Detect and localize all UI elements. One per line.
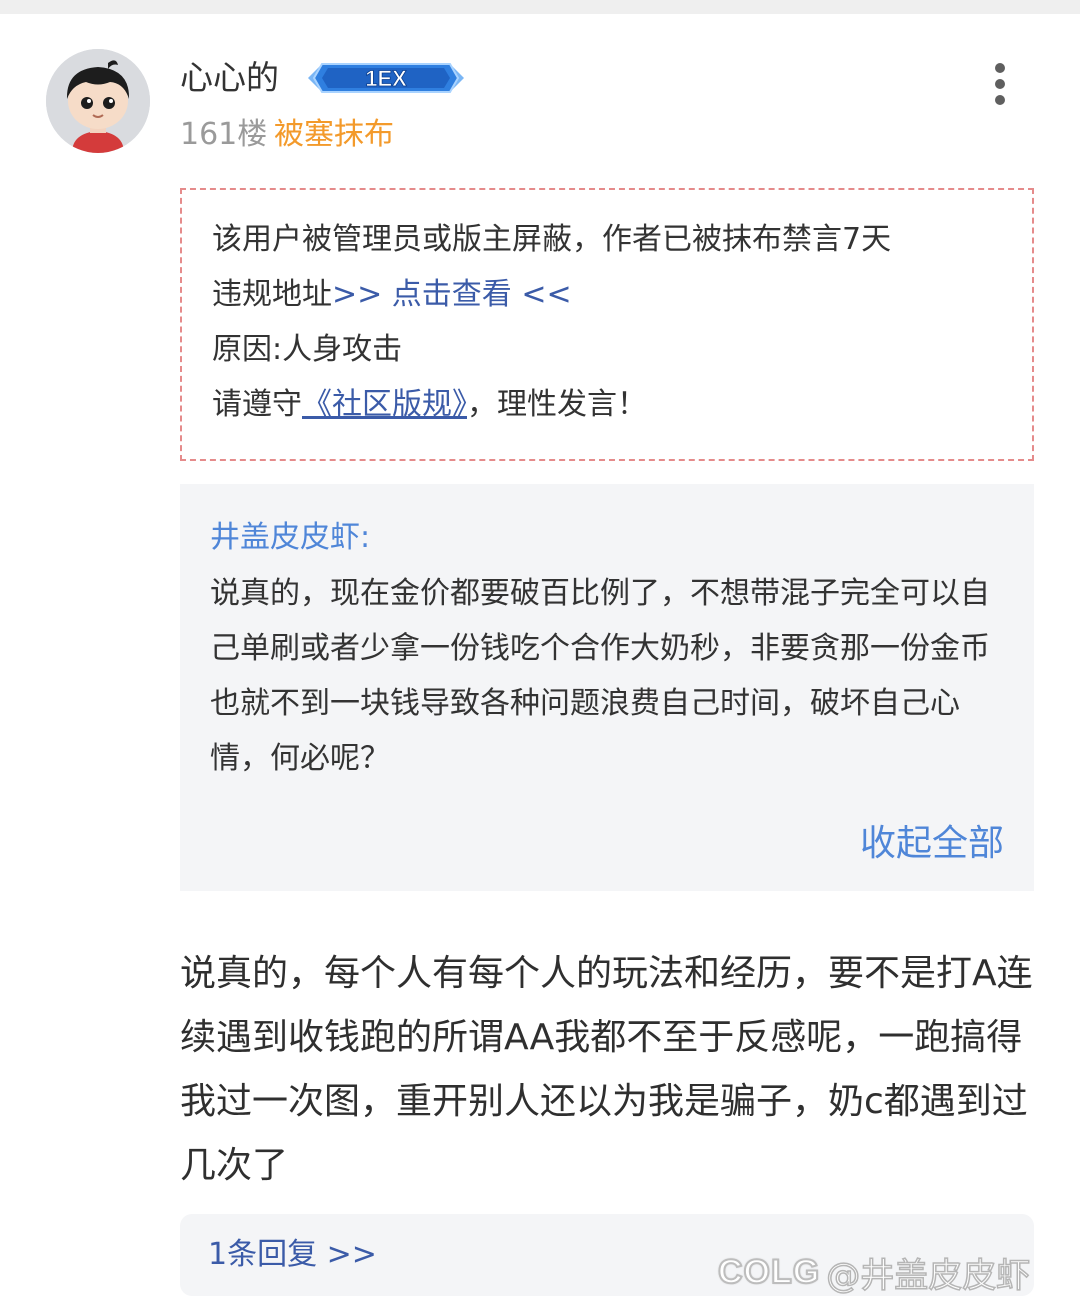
collapse-all-button[interactable]: 收起全部 (860, 820, 1004, 868)
watermark-handle: @井盖皮皮虾 (825, 1255, 1031, 1297)
more-dot (995, 79, 1005, 89)
post-content: 说真的，每个人有每个人的玩法和经历，要不是打A连续遇到收钱跑的所谓AA我都不至于… (180, 953, 1033, 1186)
avatar[interactable] (46, 49, 150, 153)
level-badge: 1EX (306, 58, 466, 98)
notice-line: 原因:人身攻击 (212, 332, 403, 367)
more-vertical-icon[interactable] (982, 60, 1018, 108)
moderation-notice: 该用户被管理员或版主屏蔽，作者已被抹布禁言7天 违规地址>> 点击查看 << 原… (180, 188, 1034, 461)
quote-body: 说真的，现在金价都要破百比例了，不想带混子完全可以自己单刷或者少拿一份钱吃个合作… (210, 576, 990, 776)
notice-line: 请遵守《社区版规》，理性发言！ (212, 377, 1002, 432)
watermark-logo: COLG (717, 1252, 821, 1292)
notice-text: 请遵守 (212, 387, 302, 422)
username[interactable]: 心心的 (180, 56, 279, 100)
more-dot (995, 63, 1005, 73)
watermark: COLG @井盖皮皮虾 (717, 1246, 1031, 1298)
top-strip (0, 0, 1080, 14)
more-dot (995, 95, 1005, 105)
quoted-reply: 井盖皮皮虾: 说真的，现在金价都要破百比例了，不想带混子完全可以自己单刷或者少拿… (180, 484, 1034, 891)
notice-line: 该用户被管理员或版主屏蔽，作者已被抹布禁言7天 (212, 222, 892, 257)
notice-text: ，理性发言！ (467, 387, 647, 422)
notice-text: 违规地址 (212, 277, 332, 312)
avatar-cartoon-icon (46, 49, 150, 153)
notice-line: 违规地址>> 点击查看 << (212, 267, 1002, 322)
quote-author[interactable]: 井盖皮皮虾: (210, 514, 1004, 562)
level-badge-icon: 1EX (308, 63, 464, 93)
penalty-tag: 被塞抹布 (274, 117, 394, 152)
community-rules-link[interactable]: 《社区版规》 (302, 387, 467, 422)
level-badge-text: 1EX (365, 66, 407, 91)
view-violation-link[interactable]: >> 点击查看 << (332, 277, 572, 312)
floor-number: 161楼 (180, 117, 268, 152)
